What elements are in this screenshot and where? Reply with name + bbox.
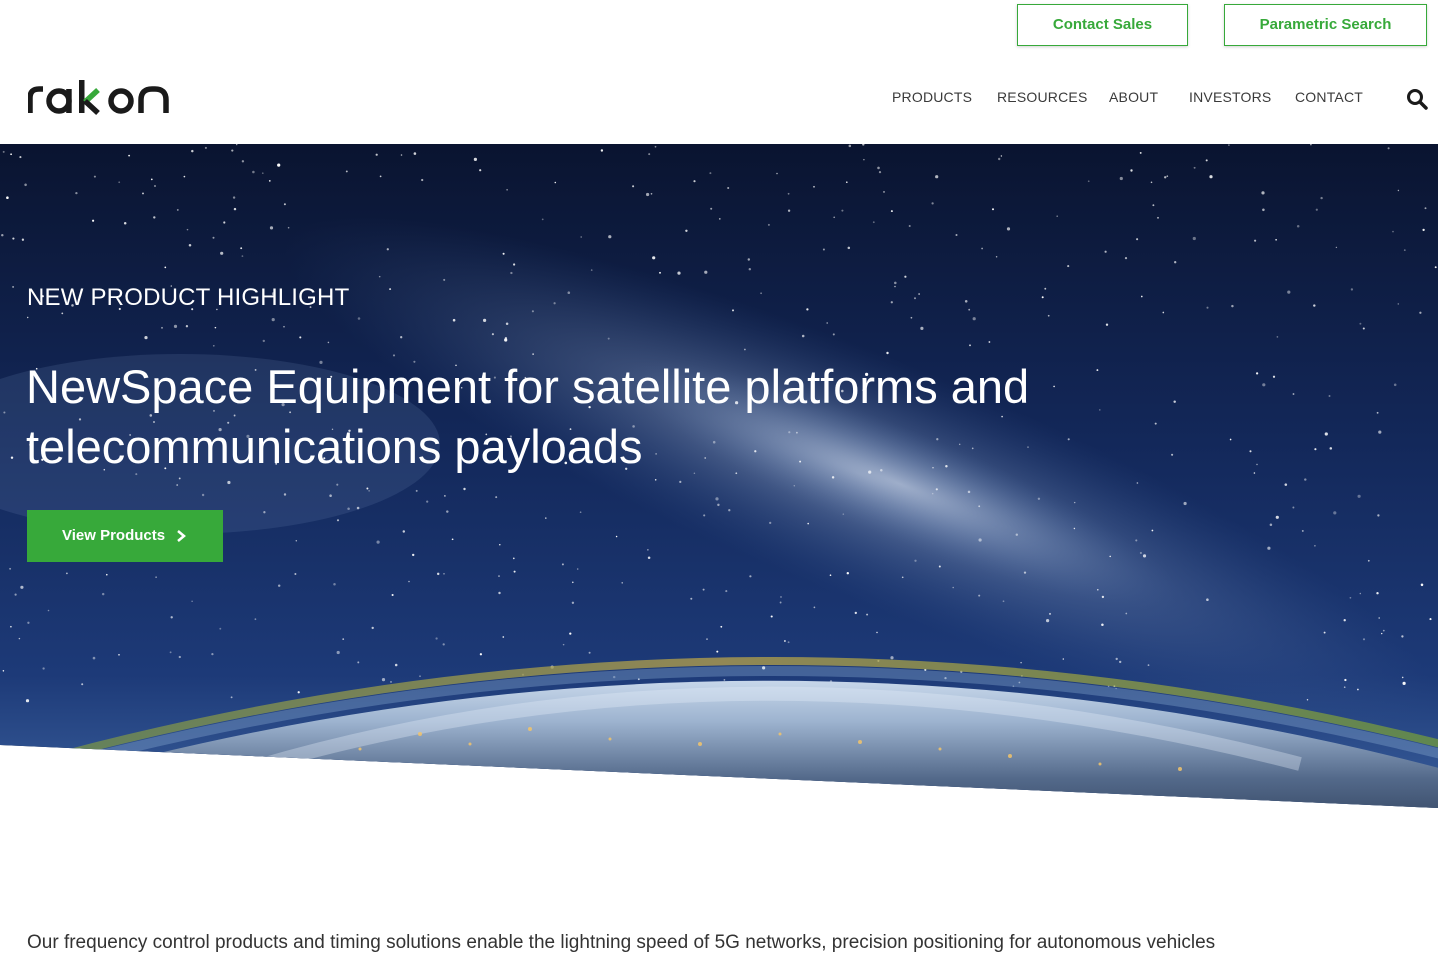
rakon-logo[interactable] bbox=[27, 80, 178, 120]
hero-banner: NEW PRODUCT HIGHLIGHT NewSpace Equipment… bbox=[0, 144, 1438, 808]
hero-headline: NewSpace Equipment for satellite platfor… bbox=[26, 360, 1030, 473]
site-header: Contact Sales Parametric Search PRODUCTS… bbox=[0, 0, 1438, 144]
chevron-right-icon bbox=[177, 530, 186, 542]
nav-contact[interactable]: CONTACT bbox=[1295, 89, 1363, 105]
nav-resources[interactable]: RESOURCES bbox=[997, 89, 1087, 105]
view-products-button[interactable]: View Products bbox=[27, 510, 223, 562]
nav-products[interactable]: PRODUCTS bbox=[892, 89, 972, 105]
search-icon[interactable] bbox=[1405, 87, 1429, 111]
nav-about[interactable]: ABOUT bbox=[1109, 89, 1158, 105]
rakon-logo-mark bbox=[27, 80, 169, 116]
view-products-label: View Products bbox=[62, 527, 166, 544]
hero-eyebrow: NEW PRODUCT HIGHLIGHT bbox=[27, 284, 350, 311]
intro-paragraph: Our frequency control products and timin… bbox=[27, 932, 1216, 953]
nav-investors[interactable]: INVESTORS bbox=[1189, 89, 1271, 105]
contact-sales-button[interactable]: Contact Sales bbox=[1017, 4, 1188, 46]
parametric-search-button[interactable]: Parametric Search bbox=[1224, 4, 1427, 46]
